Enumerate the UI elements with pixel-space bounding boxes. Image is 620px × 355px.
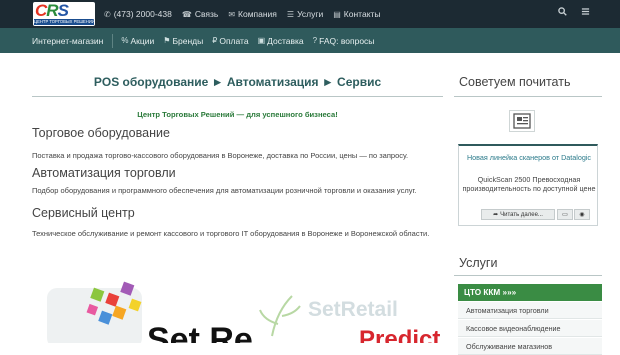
predict-logo: Predict [359, 326, 440, 343]
top-bar: CRS ЦЕНТР ТОРГОВЫХ РЕШЕНИЙ ✆ (473) 2000-… [0, 0, 620, 28]
read-more-button[interactable]: ➦ Читать далее... [481, 209, 555, 220]
nav-link-company[interactable]: ✉ Компания [228, 9, 277, 19]
percent-icon: % [121, 36, 129, 45]
contact-card-icon: ▤ [333, 9, 341, 19]
envelope-icon: ✉ [228, 9, 236, 19]
slogan: Центр Торговых Решений — для успешного б… [137, 110, 338, 119]
view-button[interactable]: ◉ [574, 209, 590, 220]
logo[interactable]: CRS ЦЕНТР ТОРГОВЫХ РЕШЕНИЙ [33, 2, 95, 26]
subnav-item-brands[interactable]: ⚑ Бренды [163, 36, 203, 46]
promo-banner[interactable]: SetRetail Set Re Predict [32, 276, 443, 343]
sub-nav-bar: Интернет-магазин % Акции ⚑ Бренды ₽ Опла… [0, 28, 620, 53]
divider [112, 33, 114, 48]
logo-subtitle: ЦЕНТР ТОРГОВЫХ РЕШЕНИЙ [34, 19, 94, 25]
subnav-item-delivery[interactable]: ▣ Доставка [258, 36, 304, 46]
subnav-label: Акции [130, 35, 155, 46]
services-title: Услуги [459, 256, 498, 270]
section-text-equipment: Поставка и продажа торгово-кассового обо… [32, 151, 409, 160]
divider [32, 96, 443, 97]
recommend-card: Новая линейка сканеров от Datalogic Quic… [458, 144, 598, 226]
nav-link-label: Контакты [343, 9, 381, 19]
subnav-label: Бренды [172, 35, 204, 46]
phone-icon: ☎ [181, 9, 192, 19]
search-icon[interactable] [558, 7, 567, 19]
nav-link-contacts[interactable]: ▤ Контакты [333, 9, 380, 19]
newspaper-icon [509, 110, 535, 132]
divider [454, 275, 602, 276]
trash-icon: ▭ [562, 212, 568, 218]
main-content: POS оборудование ► Автоматизация ► Серви… [32, 53, 443, 343]
subnav-label: Доставка [267, 35, 304, 46]
delete-button[interactable]: ▭ [557, 209, 573, 220]
sidebar: Советуем почитать Новая линейка сканеров… [454, 53, 602, 355]
logo-text: CRS [35, 2, 69, 20]
subnav-item-shop[interactable]: Интернет-магазин [32, 36, 103, 46]
nav-link-label: Связь [194, 9, 219, 19]
section-text-service: Техническое обслуживание и ремонт кассов… [32, 229, 430, 238]
sub-nav: Интернет-магазин % Акции ⚑ Бренды ₽ Опла… [32, 28, 383, 53]
eye-icon: ◉ [579, 212, 585, 218]
phone-icon: ✆ [104, 9, 111, 19]
ruble-icon: ₽ [212, 36, 218, 45]
subnav-label: FAQ: вопросы [319, 35, 375, 46]
page-title: POS оборудование ► Автоматизация ► Серви… [93, 75, 382, 89]
setretail-logo: SetRetail [308, 298, 398, 321]
question-icon: ? [312, 36, 318, 45]
service-item-stores[interactable]: Обслуживание магазинов [458, 338, 602, 355]
nav-link-svyaz[interactable]: ☎ Связь [182, 9, 218, 19]
nav-link-label: Услуги [297, 9, 324, 19]
recommend-title: Советуем почитать [459, 75, 571, 89]
banner-big-text: Set Re [147, 321, 253, 343]
subnav-label: Интернет-магазин [32, 35, 104, 46]
menu-icon[interactable] [581, 7, 590, 19]
truck-icon: ▣ [257, 36, 266, 45]
service-item-cto-kkm[interactable]: ЦТО ККМ »»» [458, 284, 602, 301]
subnav-label: Оплата [219, 35, 249, 46]
top-nav: ✆ (473) 2000-438 ☎ Связь ✉ Компания ☰ Ус… [104, 0, 391, 28]
section-title-automation: Автоматизация торговли [32, 166, 176, 180]
subnav-item-faq[interactable]: ? FAQ: вопросы [313, 36, 375, 46]
card-text: QuickScan 2500 Превосходная производител… [462, 175, 596, 193]
section-text-automation: Подбор оборудования и программного обесп… [32, 186, 417, 195]
phone-number: (473) 2000-438 [113, 9, 172, 19]
section-title-equipment: Торговое оборудование [32, 126, 170, 140]
subnav-item-promo[interactable]: % Акции [121, 36, 154, 46]
top-right-tools [544, 7, 590, 19]
nav-link-label: Компания [238, 9, 277, 19]
service-item-video[interactable]: Кассовое видеонаблюдение [458, 320, 602, 337]
tag-icon: ⚑ [163, 36, 171, 45]
section-title-service: Сервисный центр [32, 206, 135, 220]
divider [454, 96, 602, 97]
nav-link-services[interactable]: ☰ Услуги [287, 9, 323, 19]
list-icon: ☰ [286, 9, 295, 19]
share-icon: ➦ [493, 212, 499, 218]
subnav-item-payment[interactable]: ₽ Оплата [212, 36, 248, 46]
card-title-link[interactable]: Новая линейка сканеров от Datalogic [459, 153, 599, 162]
service-item-automation[interactable]: Автоматизация торговли [458, 302, 602, 319]
phone-link[interactable]: ✆ (473) 2000-438 [104, 9, 172, 19]
read-more-label: Читать далее... [500, 211, 543, 218]
